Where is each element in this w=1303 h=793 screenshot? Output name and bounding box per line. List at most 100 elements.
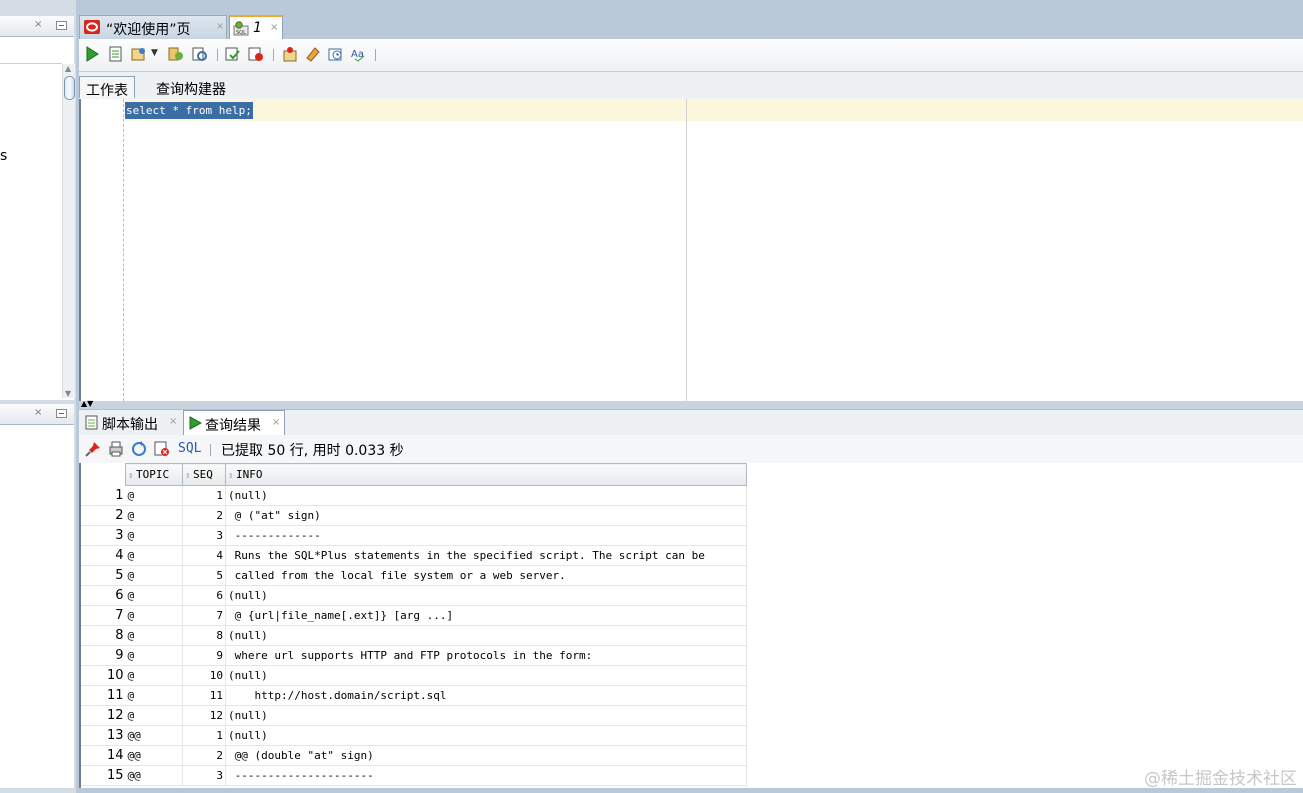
cell-topic[interactable]: @ (125, 485, 183, 506)
close-icon[interactable]: × (216, 21, 224, 32)
cell-seq[interactable]: 11 (182, 685, 226, 706)
refresh-icon[interactable] (131, 441, 147, 457)
cell-seq[interactable]: 2 (182, 745, 226, 766)
cell-info[interactable]: called from the local file system or a w… (225, 565, 747, 586)
rollback-icon[interactable] (248, 46, 264, 62)
close-icon[interactable]: × (34, 407, 42, 418)
close-icon[interactable]: × (34, 19, 42, 30)
cell-seq[interactable]: 5 (182, 565, 226, 586)
table-row[interactable]: 3 @3 ------------- (81, 525, 747, 546)
cell-info[interactable]: (null) (225, 625, 747, 646)
cell-info[interactable]: --------------------- (225, 765, 747, 786)
cell-info[interactable]: (null) (225, 665, 747, 686)
table-row[interactable]: 5 @5 called from the local file system or… (81, 565, 747, 586)
cell-info[interactable]: http://host.domain/script.sql (225, 685, 747, 706)
column-header-topic[interactable]: ⇕ TOPIC (125, 463, 183, 486)
table-row[interactable]: 10 @10 (null) (81, 665, 747, 686)
cell-seq[interactable]: 10 (182, 665, 226, 686)
minimize-icon[interactable] (56, 409, 67, 418)
cell-info[interactable]: Runs the SQL*Plus statements in the spec… (225, 545, 747, 566)
tab-sql-worksheet[interactable]: SQL 1 × (229, 15, 283, 39)
cell-info[interactable]: (null) (225, 705, 747, 726)
close-icon[interactable]: × (270, 22, 278, 33)
table-row[interactable]: 4 @4 Runs the SQL*Plus statements in the … (81, 545, 747, 566)
cell-info[interactable]: @ {url|file_name[.ext]} [arg ...] (225, 605, 747, 626)
cell-seq[interactable]: 4 (182, 545, 226, 566)
scroll-thumb[interactable] (64, 76, 75, 100)
minimize-icon[interactable] (56, 21, 67, 30)
sql-history-icon[interactable] (328, 46, 344, 62)
table-row[interactable]: 2 @2 @ ("at" sign) (81, 505, 747, 526)
cell-seq[interactable]: 9 (182, 645, 226, 666)
tab-welcome[interactable]: “欢迎使用”页 × (79, 15, 227, 39)
run-statement-icon[interactable] (84, 46, 100, 62)
cell-seq[interactable]: 3 (182, 525, 226, 546)
cell-info[interactable]: @@ (double "at" sign) (225, 745, 747, 766)
cell-topic[interactable]: @ (125, 585, 183, 606)
cell-topic[interactable]: @ (125, 685, 183, 706)
autotrace-icon[interactable] (192, 46, 208, 62)
sql-link[interactable]: SQL (178, 441, 201, 456)
close-icon[interactable]: × (169, 416, 177, 427)
tab-worksheet[interactable]: 工作表 (79, 76, 135, 99)
cell-info[interactable]: (null) (225, 585, 747, 606)
cell-topic[interactable]: @ (125, 525, 183, 546)
commit-transaction-icon[interactable] (225, 46, 241, 62)
cell-topic[interactable]: @@ (125, 745, 183, 766)
sql-editor[interactable]: select * from help; (79, 99, 1303, 401)
scroll-down-icon[interactable]: ▼ (65, 389, 71, 398)
column-header-seq[interactable]: ⇕ SEQ (182, 463, 226, 486)
pin-icon[interactable] (85, 441, 101, 457)
table-row[interactable]: 9 @9 where url supports HTTP and FTP prot… (81, 645, 747, 666)
unshared-sql-icon[interactable] (282, 46, 298, 62)
cell-info[interactable]: where url supports HTTP and FTP protocol… (225, 645, 747, 666)
table-row[interactable]: 8 @8 (null) (81, 625, 747, 646)
commit-icon[interactable] (131, 46, 147, 62)
cell-info[interactable]: (null) (225, 485, 747, 506)
cell-seq[interactable]: 8 (182, 625, 226, 646)
close-icon[interactable]: × (272, 417, 280, 428)
tab-script-output[interactable]: 脚本输出 × (81, 410, 181, 435)
cell-topic[interactable]: @ (125, 605, 183, 626)
cell-info[interactable]: (null) (225, 725, 747, 746)
cell-seq[interactable]: 1 (182, 725, 226, 746)
cell-topic[interactable]: @@ (125, 765, 183, 786)
vertical-scrollbar[interactable]: ▲ ▼ (62, 64, 75, 398)
cell-seq[interactable]: 6 (182, 585, 226, 606)
chevron-down-icon[interactable]: ▼ (151, 48, 158, 58)
cell-seq[interactable]: 1 (182, 485, 226, 506)
table-row[interactable]: 1 @1 (null) (81, 485, 747, 506)
table-row[interactable]: 14 @@ 2 @@ (double "at" sign) (81, 745, 747, 766)
cell-topic[interactable]: @ (125, 565, 183, 586)
column-header-info[interactable]: ⇕ INFO (225, 463, 747, 486)
table-row[interactable]: 12 @12 (null) (81, 705, 747, 726)
cancel-query-icon[interactable] (154, 441, 170, 457)
cell-topic[interactable]: @ (125, 665, 183, 686)
print-icon[interactable] (108, 441, 124, 457)
cell-topic[interactable]: @@ (125, 725, 183, 746)
cell-seq[interactable]: 7 (182, 605, 226, 626)
sql-statement[interactable]: select * from help; (125, 102, 253, 119)
tab-query-result[interactable]: 查询结果 × (183, 410, 285, 435)
cell-seq[interactable]: 12 (182, 705, 226, 726)
results-grid[interactable]: ⇕ TOPIC ⇕ SEQ ⇕ INFO 1 @1 (null) 2 @2 @ ("at" s… (79, 463, 1303, 788)
cell-topic[interactable]: @ (125, 545, 183, 566)
cell-topic[interactable]: @ (125, 705, 183, 726)
cell-seq[interactable]: 2 (182, 505, 226, 526)
format-case-icon[interactable]: Aa (351, 46, 367, 62)
cell-info[interactable]: @ ("at" sign) (225, 505, 747, 526)
cell-topic[interactable]: @ (125, 645, 183, 666)
run-script-icon[interactable] (108, 46, 124, 62)
table-row[interactable]: 15 @@ 3 --------------------- (81, 765, 747, 786)
table-row[interactable]: 7 @7 @ {url|file_name[.ext]} [arg ...] (81, 605, 747, 626)
table-row[interactable]: 11 @11 http://host.domain/script.sql (81, 685, 747, 706)
table-row[interactable]: 13 @@ 1 (null) (81, 725, 747, 746)
sort-icon[interactable]: ⇕ (185, 471, 193, 481)
cell-topic[interactable]: @ (125, 505, 183, 526)
cell-info[interactable]: ------------- (225, 525, 747, 546)
clear-eraser-icon[interactable] (305, 46, 321, 62)
scroll-up-icon[interactable]: ▲ (65, 64, 71, 73)
panel-splitter[interactable]: ▲▼ (79, 399, 1303, 409)
collapse-arrows-icon[interactable]: ▲▼ (81, 399, 93, 408)
tab-query-builder[interactable]: 查询构建器 (150, 76, 232, 98)
